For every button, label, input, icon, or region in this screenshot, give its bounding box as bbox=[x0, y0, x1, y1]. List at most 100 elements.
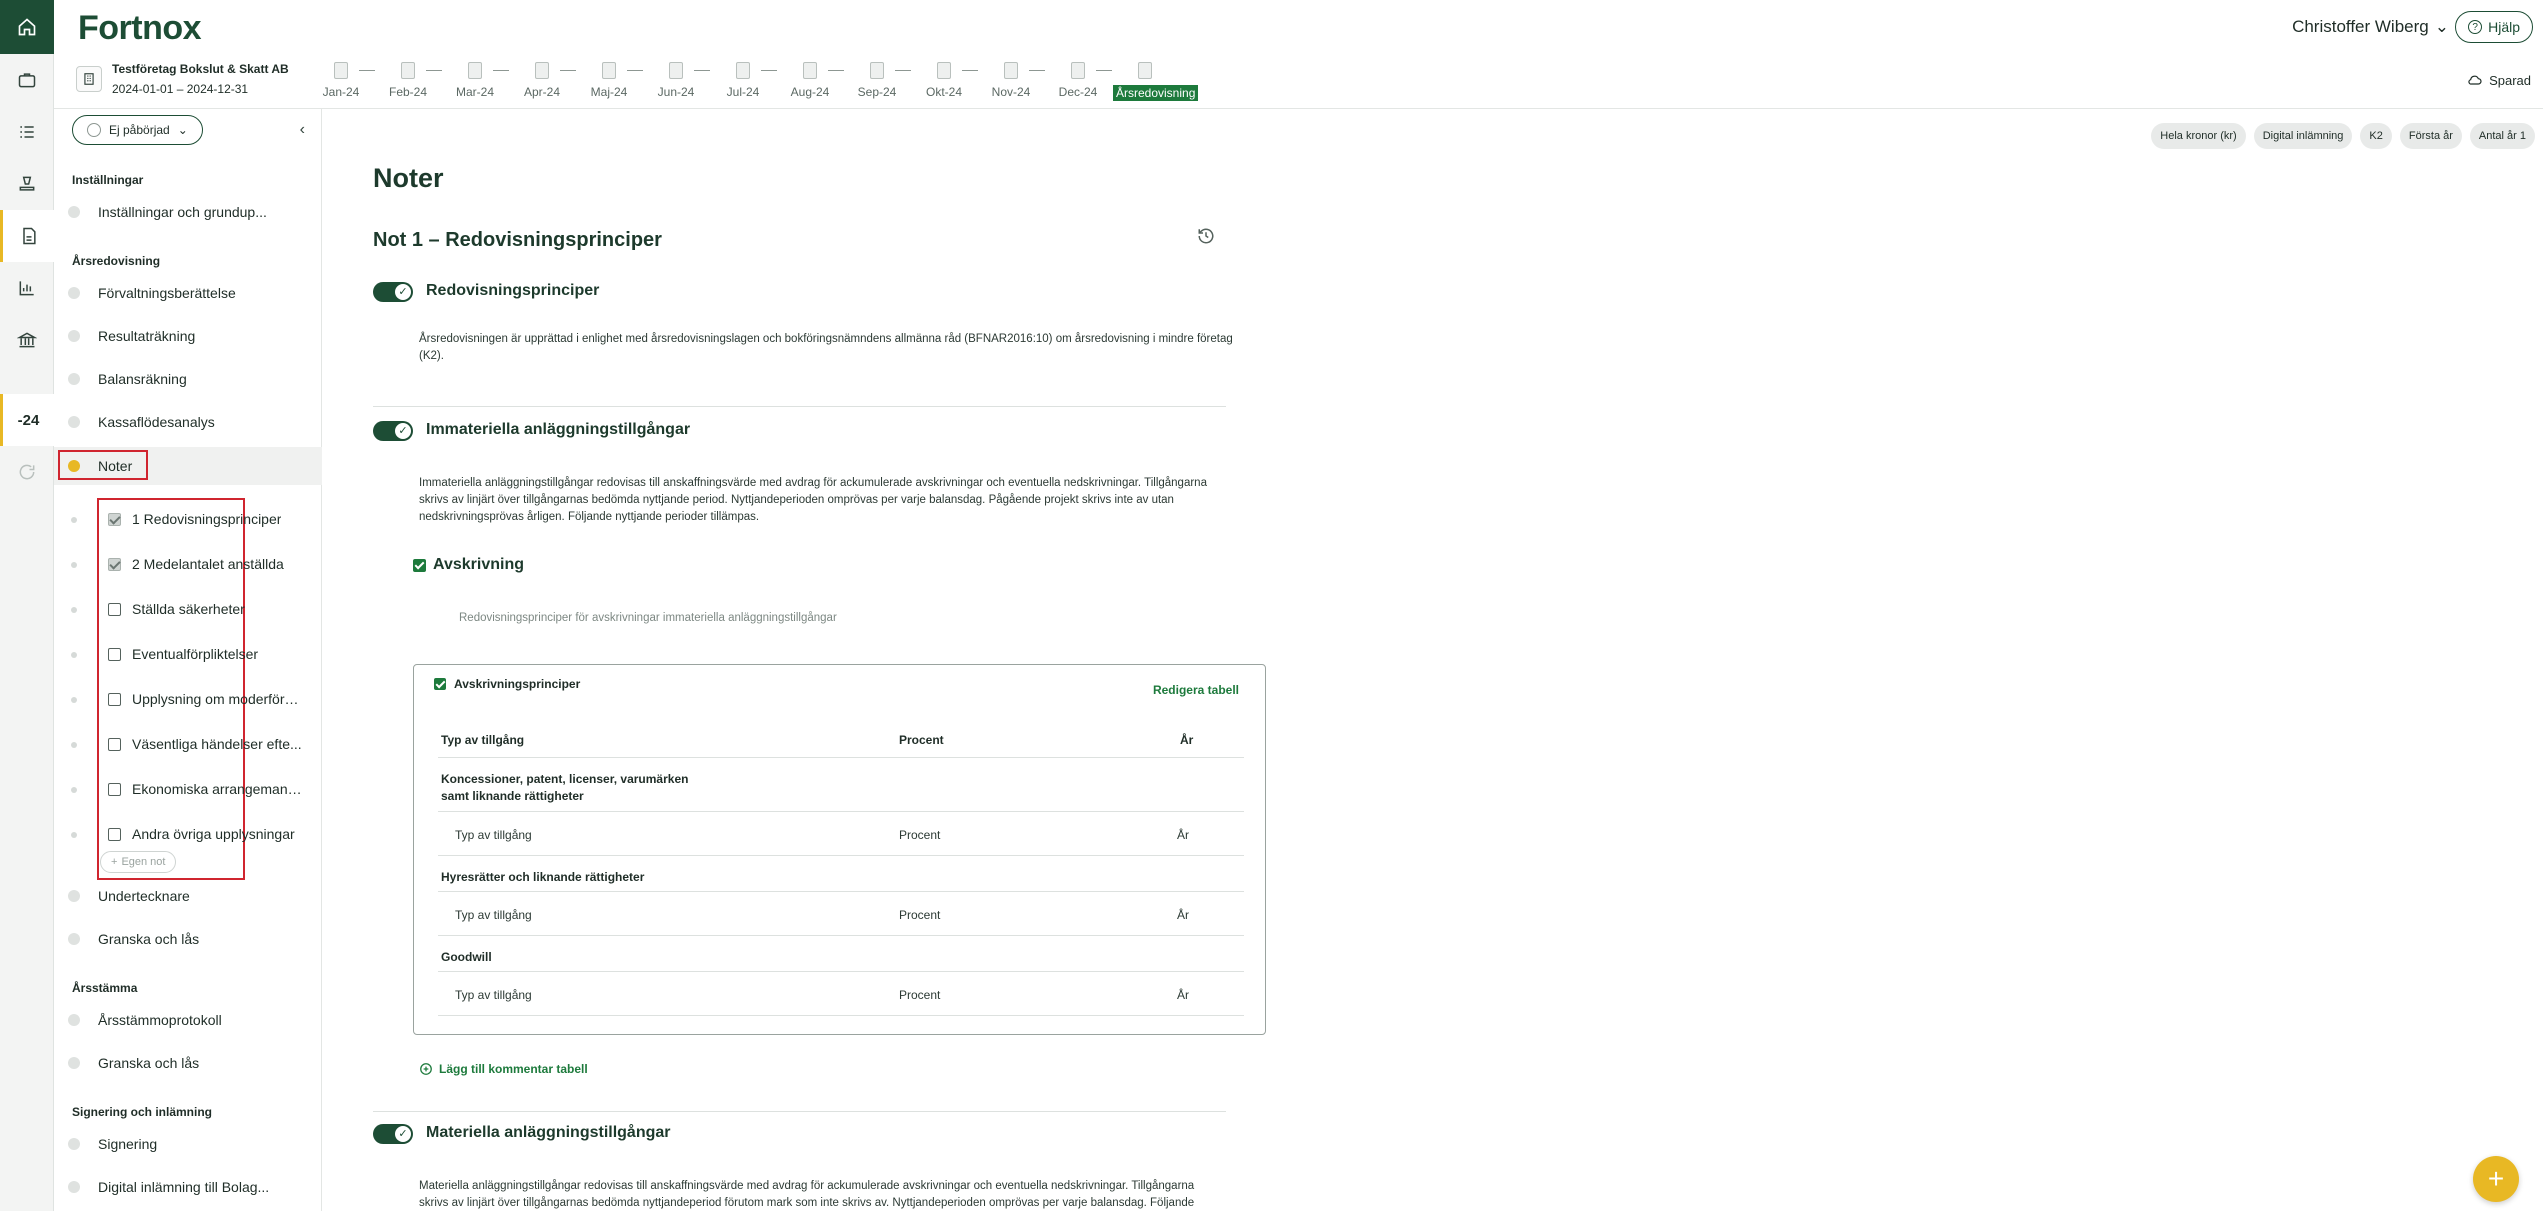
nav-balans[interactable]: Balansräkning bbox=[54, 360, 322, 398]
month-1[interactable]: Feb-24 bbox=[376, 62, 440, 99]
table-cell-year[interactable]: År bbox=[1177, 988, 1189, 1002]
month-6[interactable]: Jul-24 bbox=[711, 62, 775, 99]
toggle-materiella[interactable] bbox=[373, 1124, 413, 1144]
table-cell-year[interactable]: År bbox=[1177, 908, 1189, 922]
section-arsstamma: Årsstämma bbox=[72, 981, 138, 995]
month-12[interactable]: Årsredovisning bbox=[1113, 62, 1199, 102]
document-icon bbox=[334, 62, 348, 79]
setting-chip[interactable]: Första år bbox=[2399, 123, 2462, 149]
document-icon[interactable] bbox=[0, 210, 54, 262]
month-9[interactable]: Okt-24 bbox=[912, 62, 976, 99]
text-immateriella[interactable]: Immateriella anläggningstillgångar redov… bbox=[419, 475, 1239, 526]
nav-granska-1[interactable]: Granska och lås bbox=[54, 920, 322, 958]
edit-table-button[interactable]: Redigera tabell bbox=[1153, 683, 1239, 697]
user-menu[interactable]: Christoffer Wiberg ⌄ bbox=[2292, 17, 2449, 37]
text-line: Materiella anläggningstillgångar redovis… bbox=[419, 1180, 1195, 1192]
fortnox-logo[interactable]: Fortnox bbox=[78, 9, 202, 48]
nav-installningar-grund[interactable]: Inställningar och grundup... bbox=[54, 193, 322, 231]
add-fab-button[interactable]: + bbox=[2473, 1156, 2519, 1202]
list-icon[interactable] bbox=[0, 106, 54, 158]
help-button[interactable]: ? Hjälp bbox=[2455, 11, 2533, 43]
setting-chip[interactable]: K2 bbox=[2360, 123, 2392, 149]
company-info[interactable]: Testföretag Bokslut & Skatt AB 2024-01-0… bbox=[76, 62, 289, 96]
nav-label: Digital inlämning till Bolag... bbox=[98, 1179, 270, 1195]
month-2[interactable]: Mar-24 bbox=[443, 62, 507, 99]
note-checkbox[interactable] bbox=[108, 603, 121, 616]
table-checkbox[interactable] bbox=[434, 678, 446, 690]
note-item[interactable]: 2 Medelantalet anställda bbox=[54, 550, 322, 580]
toggle-redovisningsprinciper[interactable] bbox=[373, 282, 413, 302]
table-cell-type[interactable]: Typ av tillgång bbox=[455, 828, 532, 842]
collapse-sidebar-icon[interactable]: ‹ bbox=[300, 121, 305, 139]
table-cell-percent[interactable]: Procent bbox=[899, 908, 940, 922]
table-cell-year[interactable]: År bbox=[1177, 828, 1189, 842]
nav-undertecknare[interactable]: Undertecknare bbox=[54, 877, 322, 915]
nav-granska-2[interactable]: Granska och lås bbox=[54, 1044, 322, 1082]
month-5[interactable]: Jun-24 bbox=[644, 62, 708, 99]
section-title-immateriella: Immateriella anläggningstillgångar bbox=[426, 421, 691, 438]
year-label[interactable]: -24 bbox=[0, 394, 54, 446]
status-dot bbox=[71, 787, 77, 793]
timeline-connector bbox=[627, 70, 643, 71]
setting-chip[interactable]: Digital inlämning bbox=[2253, 123, 2353, 149]
table-cell-type[interactable]: Typ av tillgång bbox=[455, 908, 532, 922]
history-icon[interactable] bbox=[1197, 227, 1215, 250]
note-checkbox[interactable] bbox=[108, 648, 121, 661]
top-bar: Fortnox Christoffer Wiberg ⌄ ? Hjälp bbox=[54, 0, 2543, 54]
month-7[interactable]: Aug-24 bbox=[778, 62, 842, 99]
note-item[interactable]: Andra övriga upplysningar bbox=[54, 820, 322, 850]
text-materiella[interactable]: Materiella anläggningstillgångar redovis… bbox=[419, 1178, 1419, 1211]
timeline-connector bbox=[359, 70, 375, 71]
stamp-icon[interactable] bbox=[0, 158, 54, 210]
status-dot bbox=[68, 933, 80, 945]
month-3[interactable]: Apr-24 bbox=[510, 62, 574, 99]
month-0[interactable]: Jan-24 bbox=[309, 62, 373, 99]
timeline-connector bbox=[1096, 70, 1112, 71]
table-cell-type[interactable]: Typ av tillgång bbox=[455, 988, 532, 1002]
section-arsredovisning: Årsredovisning bbox=[72, 254, 161, 268]
avskrivning-text-placeholder[interactable]: Redovisningsprinciper för avskrivningar … bbox=[459, 612, 837, 624]
bank-icon[interactable] bbox=[0, 314, 54, 366]
refresh-icon[interactable] bbox=[0, 446, 54, 498]
timeline-connector bbox=[761, 70, 777, 71]
home-icon[interactable] bbox=[0, 0, 54, 54]
nav-arsstammoprotokoll[interactable]: Årsstämmoprotokoll bbox=[54, 1001, 322, 1039]
setting-chip[interactable]: Antal år 1 bbox=[2469, 123, 2535, 149]
month-8[interactable]: Sep-24 bbox=[845, 62, 909, 99]
note-checkbox[interactable] bbox=[108, 513, 121, 526]
nav-kassaflode[interactable]: Kassaflödesanalys bbox=[54, 403, 322, 441]
note-checkbox[interactable] bbox=[108, 693, 121, 706]
note-item[interactable]: Ställda säkerheter bbox=[54, 595, 322, 625]
add-comment-table-button[interactable]: Lägg till kommentar tabell bbox=[419, 1062, 588, 1076]
table-cell-percent[interactable]: Procent bbox=[899, 828, 940, 842]
month-4[interactable]: Maj-24 bbox=[577, 62, 641, 99]
note-item[interactable]: Väsentliga händelser efte... bbox=[54, 730, 322, 760]
note-checkbox[interactable] bbox=[108, 738, 121, 751]
chart-icon[interactable] bbox=[0, 262, 54, 314]
nav-resultat[interactable]: Resultaträkning bbox=[54, 317, 322, 355]
briefcase-icon[interactable] bbox=[0, 54, 54, 106]
group-title-line: Goodwill bbox=[441, 950, 492, 964]
month-11[interactable]: Dec-24 bbox=[1046, 62, 1110, 99]
checkbox-avskrivning[interactable] bbox=[413, 559, 426, 572]
note-checkbox[interactable] bbox=[108, 783, 121, 796]
add-own-note-button[interactable]: + Egen not bbox=[100, 851, 177, 873]
nav-signering[interactable]: Signering bbox=[54, 1125, 322, 1163]
nav-forvaltning[interactable]: Förvaltningsberättelse bbox=[54, 274, 322, 312]
note-item[interactable]: 1 Redovisningsprinciper bbox=[54, 505, 322, 535]
note-checkbox[interactable] bbox=[108, 558, 121, 571]
nav-digital[interactable]: Digital inlämning till Bolag... bbox=[54, 1168, 322, 1206]
month-10[interactable]: Nov-24 bbox=[979, 62, 1043, 99]
text-redovisningsprinciper[interactable]: Årsredovisningen är upprättad i enlighet… bbox=[419, 331, 1239, 365]
status-dropdown[interactable]: Ej påbörjad ⌄ bbox=[72, 115, 203, 145]
note-checkbox[interactable] bbox=[108, 828, 121, 841]
note-item[interactable]: Upplysning om moderföre... bbox=[54, 685, 322, 715]
table-cell-percent[interactable]: Procent bbox=[899, 988, 940, 1002]
note-item[interactable]: Ekonomiska arrangemang... bbox=[54, 775, 322, 805]
toggle-immateriella[interactable] bbox=[373, 421, 413, 441]
plus-icon: + bbox=[111, 856, 118, 868]
note-item[interactable]: Eventualförpliktelser bbox=[54, 640, 322, 670]
settings-chips: Hela kronor (kr) Digital inlämning K2 Först… bbox=[2151, 123, 2535, 149]
setting-chip[interactable]: Hela kronor (kr) bbox=[2151, 123, 2246, 149]
status-dot bbox=[71, 832, 77, 838]
